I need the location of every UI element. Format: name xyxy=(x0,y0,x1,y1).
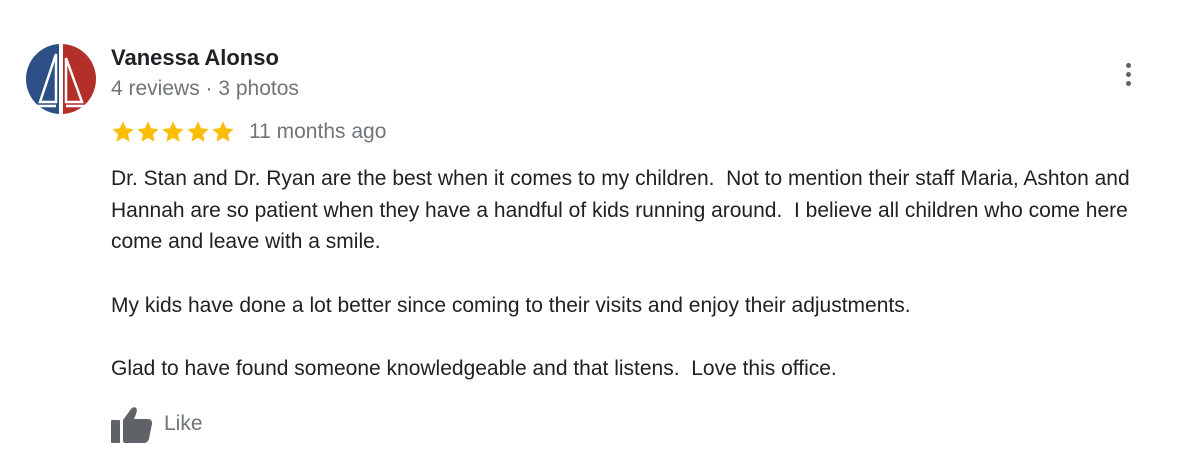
like-label: Like xyxy=(164,412,203,435)
review-time: 11 months ago xyxy=(249,120,387,143)
review-paragraph: Glad to have found someone knowledgeable… xyxy=(111,357,837,380)
more-vert-icon-dot xyxy=(1125,62,1131,68)
review-paragraph: Dr. Stan and Dr. Ryan are the best when … xyxy=(111,167,1136,253)
star-rating xyxy=(111,120,235,144)
thumbs-up-icon xyxy=(111,407,153,443)
reviewer-meta[interactable]: 4 reviews · 3 photos xyxy=(111,75,299,103)
star-icon xyxy=(112,121,134,142)
rating-row: 11 months ago xyxy=(111,118,386,146)
like-button[interactable]: Like xyxy=(111,404,203,444)
reviewer-name[interactable]: Vanessa Alonso xyxy=(111,44,279,72)
star-icon xyxy=(162,121,184,142)
star-icon xyxy=(187,121,209,142)
review-paragraph: My kids have done a lot better since com… xyxy=(111,293,911,317)
review-text: Dr. Stan and Dr. Ryan are the best when … xyxy=(111,163,1151,385)
star-icon xyxy=(212,121,234,142)
avatar[interactable] xyxy=(26,44,96,114)
avatar-logo-icon xyxy=(26,44,96,114)
more-vert-icon-dot xyxy=(1125,71,1131,77)
star-icon xyxy=(137,121,159,142)
more-vert-icon-dot xyxy=(1125,80,1131,86)
more-options-button[interactable] xyxy=(1114,58,1142,90)
